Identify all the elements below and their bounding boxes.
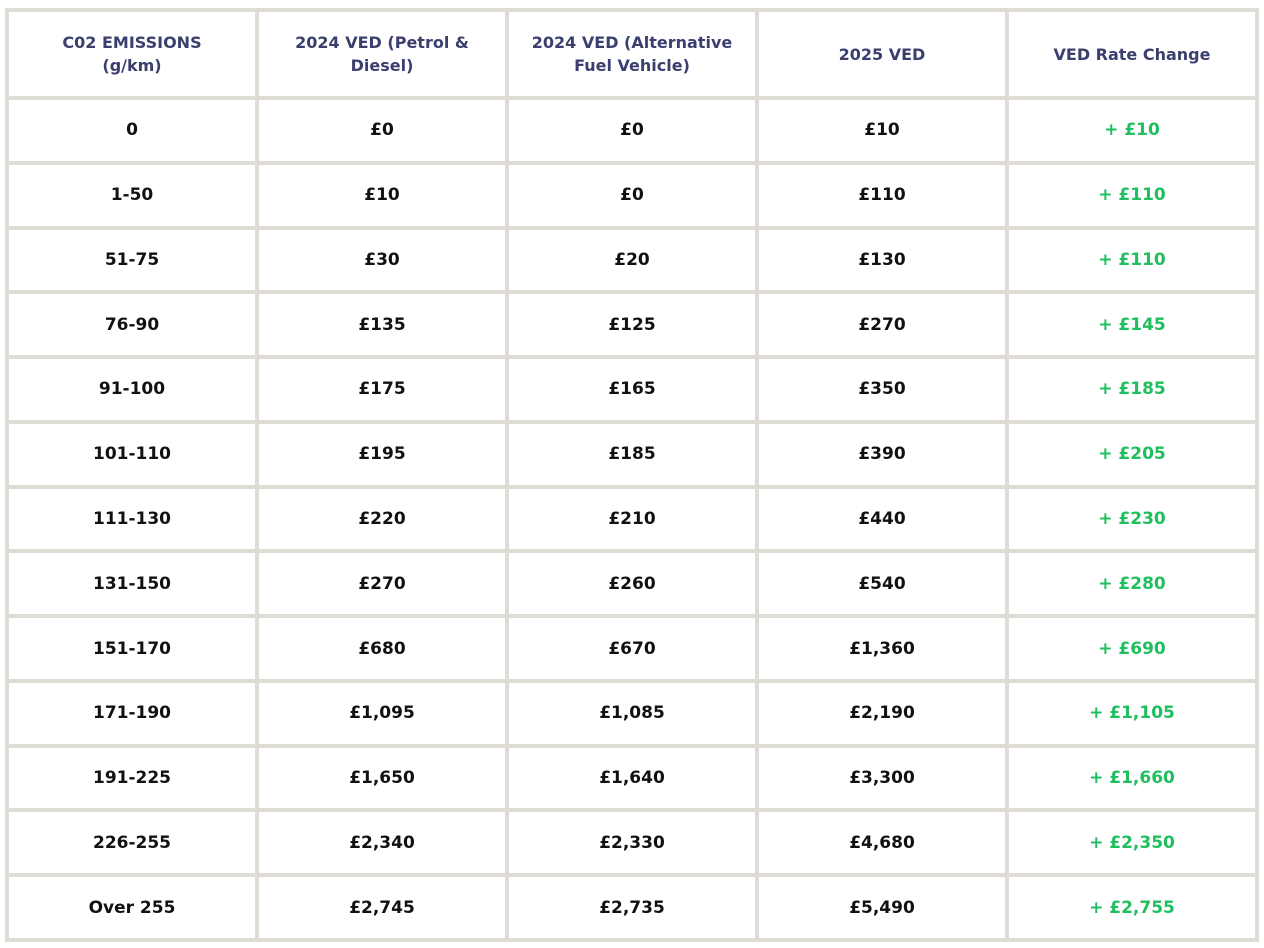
- ved-2025-cell: £110: [759, 164, 1005, 226]
- table-row: 171-190 £1,095 £1,085 £2,190 + £1,105: [9, 682, 1255, 744]
- table-row: 51-75 £30 £20 £130 + £110: [9, 229, 1255, 291]
- ved-rate-change-cell: + £110: [1009, 164, 1255, 226]
- ved-2024-petrol-diesel-cell: £10: [259, 164, 505, 226]
- ved-rate-change-cell: + £690: [1009, 618, 1255, 679]
- co2-emissions-cell: 91-100: [9, 359, 255, 420]
- ved-2024-petrol-diesel-cell: £195: [259, 423, 505, 485]
- header-2024-ved-alternative-fuel-label: 2024 VED (Alternative Fuel Vehicle): [531, 33, 733, 75]
- ved-rate-change-cell: + £110: [1009, 229, 1255, 291]
- ved-2025-cell: £2,190: [759, 682, 1005, 744]
- table-row: 226-255 £2,340 £2,330 £4,680 + £2,350: [9, 812, 1255, 874]
- header-ved-rate-change: VED Rate Change: [1009, 12, 1255, 96]
- ved-2024-petrol-diesel-cell: £680: [259, 618, 505, 679]
- header-2024-ved-petrol-diesel: 2024 VED (Petrol & Diesel): [259, 12, 505, 96]
- table-row: 191-225 £1,650 £1,640 £3,300 + £1,660: [9, 747, 1255, 809]
- ved-rate-change-cell: + £280: [1009, 553, 1255, 615]
- header-co2-emissions-line-1: C02 EMISSIONS (g/km): [62, 33, 202, 75]
- ved-2025-cell: £1,360: [759, 618, 1005, 679]
- table-row: 111-130 £220 £210 £440 + £230: [9, 488, 1255, 550]
- ved-rate-change-cell: + £1,660: [1009, 747, 1255, 809]
- ved-rate-change-cell: + £230: [1009, 488, 1255, 550]
- co2-emissions-cell: Over 255: [9, 877, 255, 938]
- co2-emissions-cell: 226-255: [9, 812, 255, 874]
- ved-table-container: C02 EMISSIONS (g/km) 2024 VED (Petrol & Di…: [5, 8, 1259, 942]
- ved-2024-alt-fuel-cell: £20: [509, 229, 755, 291]
- ved-2024-alt-fuel-cell: £165: [509, 359, 755, 420]
- ved-2024-alt-fuel-cell: £2,330: [509, 812, 755, 874]
- ved-2024-alt-fuel-cell: £1,085: [509, 682, 755, 744]
- ved-2024-petrol-diesel-cell: £2,745: [259, 877, 505, 938]
- table-row: 151-170 £680 £670 £1,360 + £690: [9, 618, 1255, 679]
- ved-2025-cell: £270: [759, 294, 1005, 356]
- ved-2024-petrol-diesel-cell: £0: [259, 100, 505, 161]
- ved-2024-petrol-diesel-cell: £2,340: [259, 812, 505, 874]
- ved-2024-alt-fuel-cell: £0: [509, 100, 755, 161]
- header-2025-ved-label: 2025 VED: [838, 44, 926, 64]
- table-row: 131-150 £270 £260 £540 + £280: [9, 553, 1255, 615]
- table-header-row: C02 EMISSIONS (g/km) 2024 VED (Petrol & Di…: [9, 12, 1255, 96]
- co2-emissions-cell: 191-225: [9, 747, 255, 809]
- ved-2024-petrol-diesel-cell: £220: [259, 488, 505, 550]
- ved-2025-cell: £4,680: [759, 812, 1005, 874]
- ved-rate-change-cell: + £10: [1009, 100, 1255, 161]
- ved-rate-change-cell: + £2,350: [1009, 812, 1255, 874]
- co2-emissions-cell: 151-170: [9, 618, 255, 679]
- ved-2024-alt-fuel-cell: £260: [509, 553, 755, 615]
- ved-2025-cell: £10: [759, 100, 1005, 161]
- header-co2-emissions: C02 EMISSIONS (g/km): [9, 12, 255, 96]
- ved-rates-table: C02 EMISSIONS (g/km) 2024 VED (Petrol & Di…: [5, 8, 1259, 942]
- co2-emissions-cell: 131-150: [9, 553, 255, 615]
- header-2025-ved: 2025 VED: [759, 12, 1005, 96]
- header-2024-ved-alternative-fuel: 2024 VED (Alternative Fuel Vehicle): [509, 12, 755, 96]
- ved-2024-petrol-diesel-cell: £270: [259, 553, 505, 615]
- ved-2025-cell: £5,490: [759, 877, 1005, 938]
- co2-emissions-cell: 111-130: [9, 488, 255, 550]
- table-row: Over 255 £2,745 £2,735 £5,490 + £2,755: [9, 877, 1255, 938]
- table-row: 76-90 £135 £125 £270 + £145: [9, 294, 1255, 356]
- ved-2024-petrol-diesel-cell: £1,650: [259, 747, 505, 809]
- co2-emissions-cell: 1-50: [9, 164, 255, 226]
- table-row: 91-100 £175 £165 £350 + £185: [9, 359, 1255, 420]
- ved-2024-alt-fuel-cell: £670: [509, 618, 755, 679]
- ved-2024-petrol-diesel-cell: £1,095: [259, 682, 505, 744]
- table-row: 0 £0 £0 £10 + £10: [9, 100, 1255, 161]
- ved-rate-change-cell: + £145: [1009, 294, 1255, 356]
- ved-2024-alt-fuel-cell: £2,735: [509, 877, 755, 938]
- table-body: 0 £0 £0 £10 + £10 1-50 £10 £0 £110 + £110 51-75 £30…: [9, 100, 1255, 938]
- ved-2024-alt-fuel-cell: £185: [509, 423, 755, 485]
- ved-rate-change-cell: + £2,755: [1009, 877, 1255, 938]
- co2-emissions-cell: 76-90: [9, 294, 255, 356]
- ved-2025-cell: £350: [759, 359, 1005, 420]
- ved-2025-cell: £130: [759, 229, 1005, 291]
- co2-emissions-cell: 51-75: [9, 229, 255, 291]
- ved-2024-petrol-diesel-cell: £135: [259, 294, 505, 356]
- co2-emissions-cell: 0: [9, 100, 255, 161]
- ved-rate-change-cell: + £205: [1009, 423, 1255, 485]
- ved-2025-cell: £3,300: [759, 747, 1005, 809]
- ved-2024-alt-fuel-cell: £125: [509, 294, 755, 356]
- ved-2024-petrol-diesel-cell: £175: [259, 359, 505, 420]
- ved-2024-alt-fuel-cell: £210: [509, 488, 755, 550]
- ved-2025-cell: £440: [759, 488, 1005, 550]
- header-2024-ved-petrol-diesel-label: 2024 VED (Petrol & Diesel): [295, 33, 469, 75]
- ved-2024-alt-fuel-cell: £0: [509, 164, 755, 226]
- ved-2024-petrol-diesel-cell: £30: [259, 229, 505, 291]
- ved-2024-alt-fuel-cell: £1,640: [509, 747, 755, 809]
- ved-rate-change-cell: + £1,105: [1009, 682, 1255, 744]
- co2-emissions-cell: 101-110: [9, 423, 255, 485]
- table-row: 101-110 £195 £185 £390 + £205: [9, 423, 1255, 485]
- ved-rate-change-cell: + £185: [1009, 359, 1255, 420]
- table-row: 1-50 £10 £0 £110 + £110: [9, 164, 1255, 226]
- ved-2025-cell: £390: [759, 423, 1005, 485]
- co2-emissions-cell: 171-190: [9, 682, 255, 744]
- ved-2025-cell: £540: [759, 553, 1005, 615]
- header-ved-rate-change-label: VED Rate Change: [1053, 44, 1211, 64]
